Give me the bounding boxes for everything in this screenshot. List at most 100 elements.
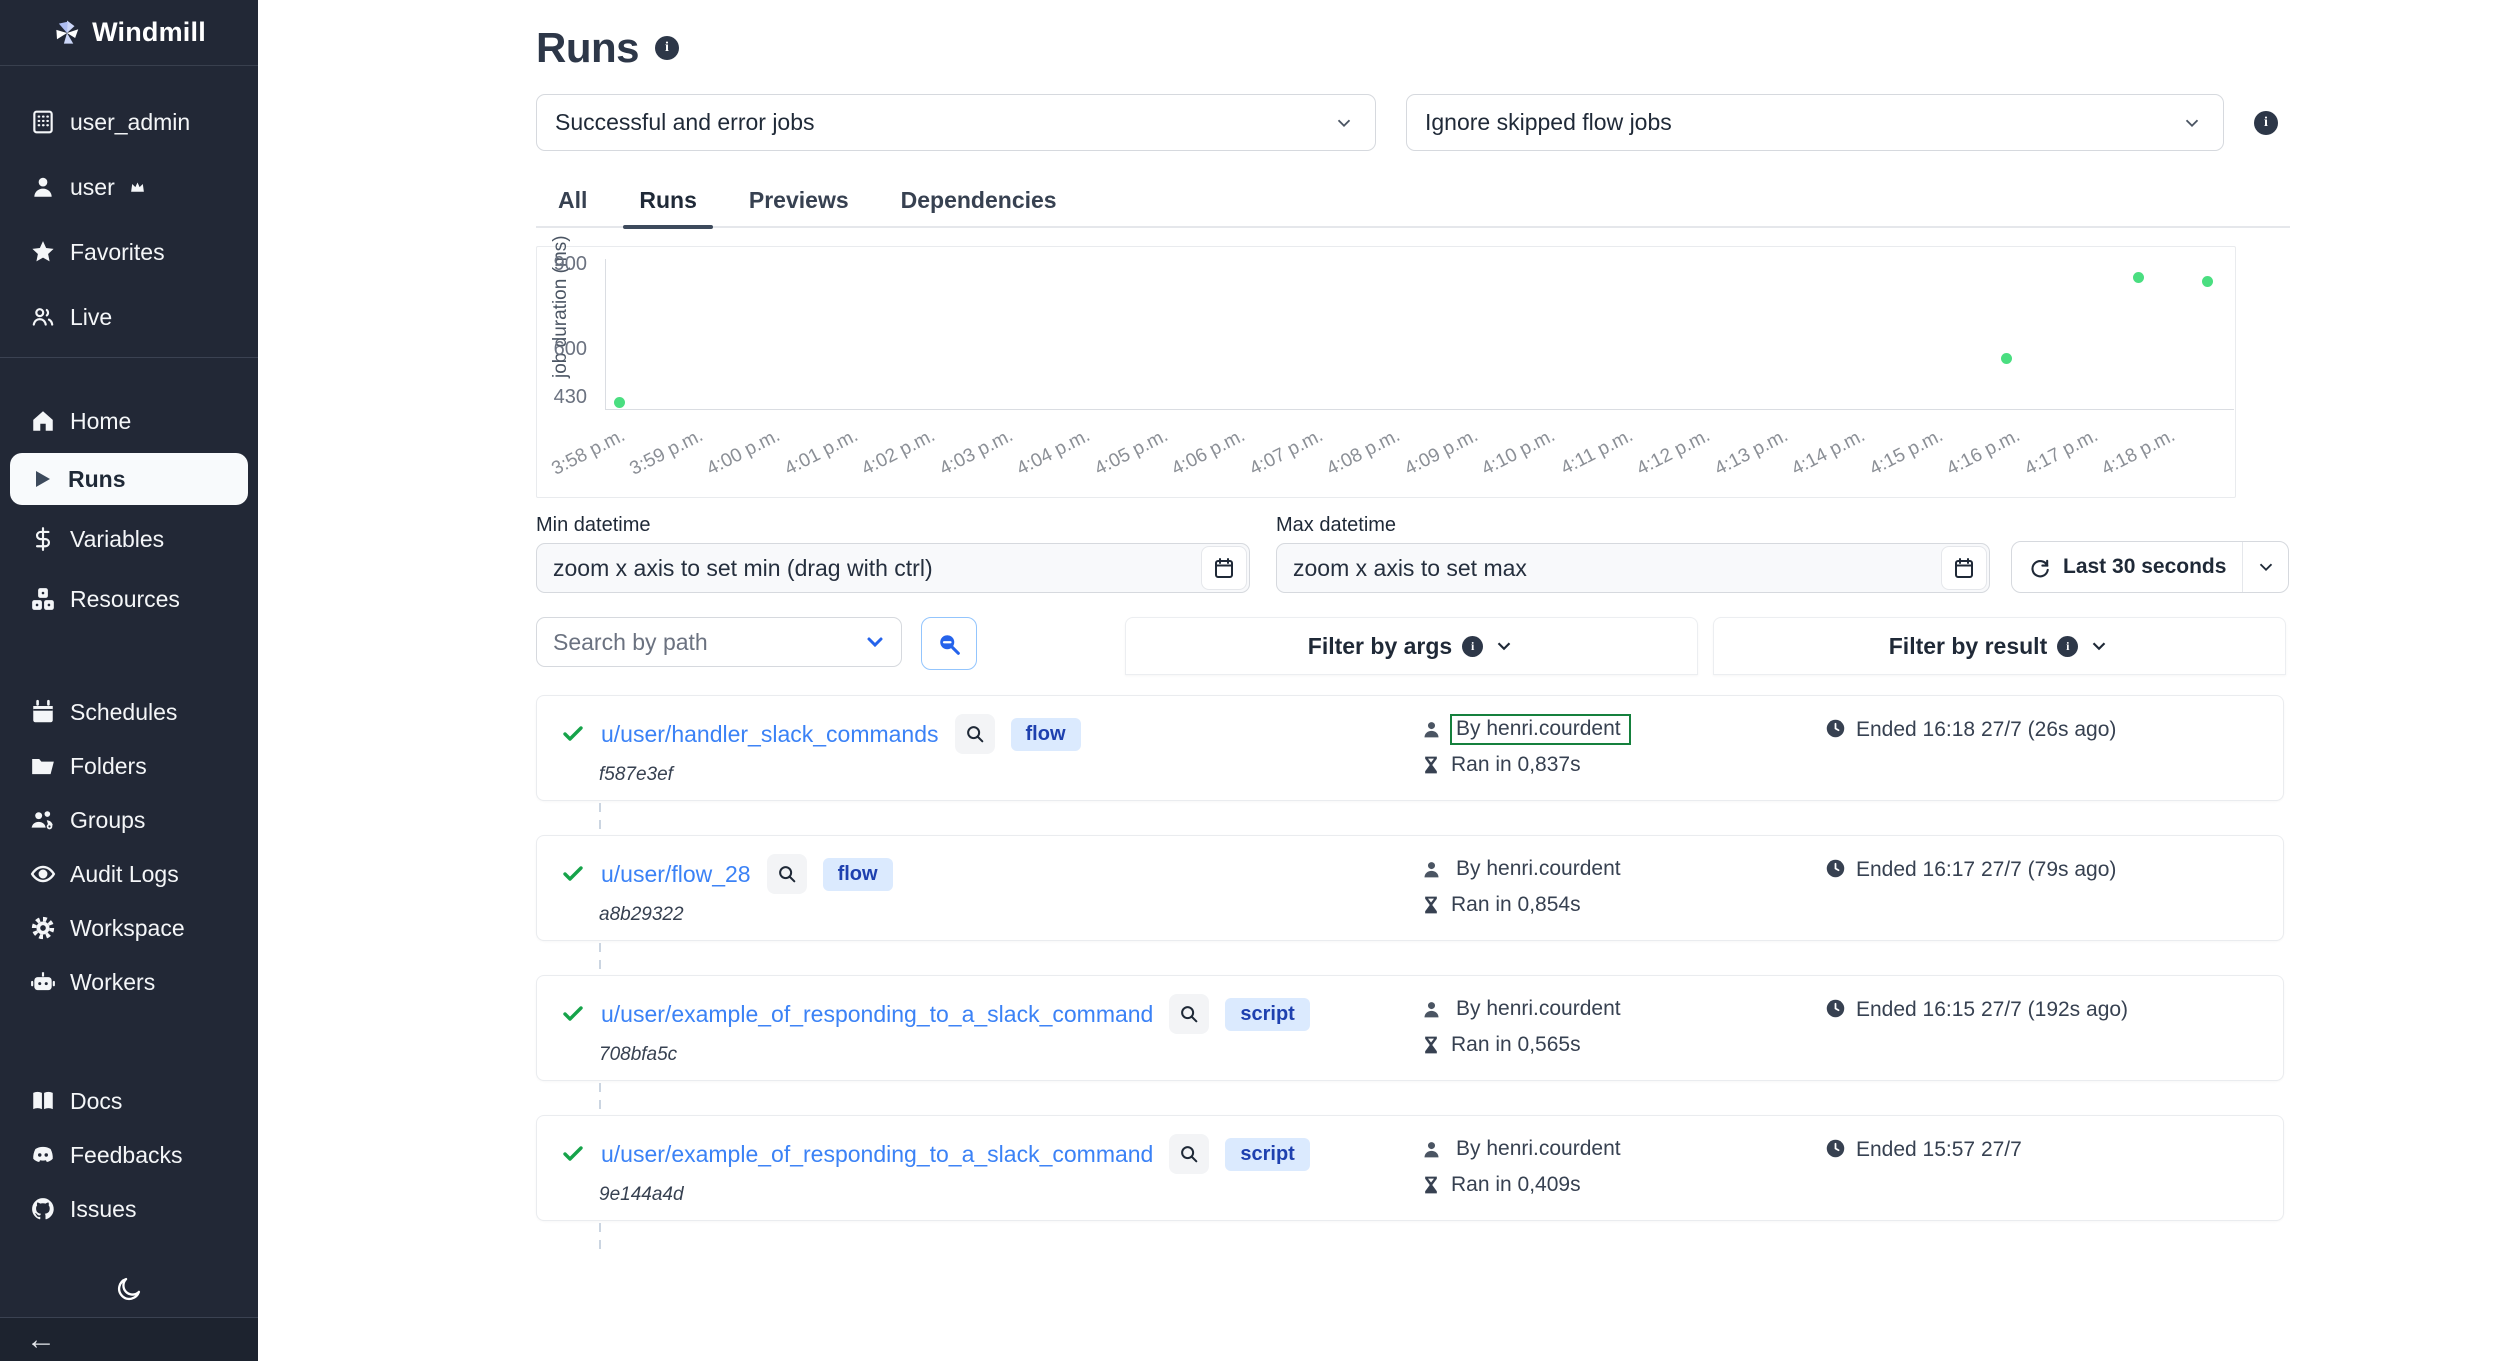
chart-y-axis-line (605, 259, 606, 409)
chart-data-point[interactable] (614, 397, 625, 408)
max-datetime-calendar-button[interactable] (1941, 546, 1987, 590)
sidebar-item-label: Issues (70, 1196, 136, 1223)
chart-x-tick: 4:00 p.m. (703, 425, 784, 481)
inspect-run-button[interactable] (1169, 994, 1209, 1034)
home-icon (30, 408, 56, 434)
clock-icon (1825, 1138, 1846, 1159)
clock-icon (1825, 998, 1846, 1019)
chart-y-tick: 430 (543, 386, 587, 409)
min-datetime-calendar-button[interactable] (1201, 546, 1247, 590)
chevron-down-icon (2255, 556, 2277, 578)
calendar-icon (1952, 556, 1976, 580)
windmill-icon (52, 18, 82, 48)
run-row: u/user/flow_28 flow a8b29322 By henri.co… (536, 835, 2284, 941)
sidebar-item-resources[interactable]: Resources (0, 573, 258, 625)
run-path-link[interactable]: u/user/flow_28 (601, 861, 751, 888)
runs-info-icon[interactable]: i (655, 36, 679, 60)
success-check-icon (561, 1002, 585, 1026)
chart-x-tick: 3:58 p.m. (548, 425, 629, 481)
sidebar-item-user[interactable]: user (0, 161, 258, 213)
tab-all[interactable]: All (536, 177, 609, 226)
sidebar-item-workspace-user-admin[interactable]: user_admin (0, 96, 258, 148)
job-duration-chart[interactable]: job duration (ms) 9006004303:58 p.m.3:59… (536, 246, 2236, 498)
run-hash: 9e144a4d (599, 1184, 1421, 1206)
max-datetime-input[interactable] (1276, 543, 1990, 593)
skipped-flow-info-icon[interactable]: i (2254, 111, 2278, 135)
chart-y-tick: 900 (543, 253, 587, 276)
magnifier-icon (1178, 1143, 1200, 1165)
filter-by-result-panel[interactable]: Filter by result i (1713, 617, 2286, 675)
chevron-down-icon (2181, 112, 2203, 134)
time-range-chevron[interactable] (2242, 542, 2288, 592)
run-kind-badge: flow (823, 858, 893, 891)
chevron-down-icon (2088, 635, 2110, 657)
chart-data-point[interactable] (2001, 353, 2012, 364)
windmill-logo[interactable]: Windmill (0, 0, 258, 66)
chart-data-point[interactable] (2202, 276, 2213, 287)
dark-mode-toggle[interactable] (115, 1275, 143, 1306)
chevron-down-icon (1333, 112, 1355, 134)
skipped-flow-select[interactable]: Ignore skipped flow jobs (1406, 94, 2224, 151)
run-by-user[interactable]: By henri.courdent (1452, 856, 1629, 883)
filter-by-args-panel[interactable]: Filter by args i (1125, 617, 1698, 675)
clock-icon (1825, 858, 1846, 879)
filter-result-info-icon[interactable]: i (2057, 636, 2078, 657)
sidebar-item-label: Audit Logs (70, 861, 179, 888)
runs-list: u/user/handler_slack_commands flow f587e… (536, 695, 2290, 1253)
run-path-link[interactable]: u/user/example_of_responding_to_a_slack_… (601, 1001, 1153, 1028)
sidebar-item-label: Groups (70, 807, 145, 834)
search-by-path-select[interactable]: Search by path (536, 617, 902, 667)
chart-data-point[interactable] (2133, 272, 2144, 283)
chart-x-tick: 3:59 p.m. (626, 425, 707, 481)
job-status-select[interactable]: Successful and error jobs (536, 94, 1376, 151)
run-ended-text: Ended 16:17 27/7 (79s ago) (1856, 858, 2116, 882)
sidebar-item-folders[interactable]: Folders (0, 740, 258, 792)
time-range-button[interactable]: Last 30 seconds (2011, 541, 2289, 593)
run-by-user[interactable]: By henri.courdent (1452, 1136, 1629, 1163)
sidebar-item-variables[interactable]: Variables (0, 513, 258, 565)
crown-icon (129, 179, 146, 196)
tab-previews[interactable]: Previews (727, 177, 871, 226)
run-path-link[interactable]: u/user/example_of_responding_to_a_slack_… (601, 1141, 1153, 1168)
inspect-run-button[interactable] (955, 714, 995, 754)
sidebar-item-feedbacks[interactable]: Feedbacks (0, 1129, 258, 1181)
tab-runs[interactable]: Runs (617, 177, 719, 226)
sidebar-item-label: Workers (70, 969, 155, 996)
chart-x-tick: 4:10 p.m. (1478, 425, 1559, 481)
sidebar-item-groups[interactable]: Groups (0, 794, 258, 846)
collapse-sidebar-button[interactable]: ← (26, 1325, 56, 1355)
success-check-icon (561, 722, 585, 746)
run-duration: Ran in 0,854s (1451, 893, 1581, 917)
search-button[interactable] (921, 617, 977, 670)
chart-x-tick: 4:13 p.m. (1711, 425, 1792, 481)
sidebar-item-docs[interactable]: Docs (0, 1075, 258, 1127)
run-path-link[interactable]: u/user/handler_slack_commands (601, 721, 939, 748)
run-by-user[interactable]: By henri.courdent (1452, 716, 1629, 743)
job-status-select-value: Successful and error jobs (555, 109, 815, 136)
page-title: Runs (536, 24, 639, 72)
run-by-user[interactable]: By henri.courdent (1452, 996, 1629, 1023)
calendar-icon (1212, 556, 1236, 580)
inspect-run-button[interactable] (1169, 1134, 1209, 1174)
magnifier-icon (1178, 1003, 1200, 1025)
sidebar-item-runs-active[interactable]: Runs (10, 453, 248, 505)
building-icon (30, 109, 56, 135)
sidebar-item-label: Variables (70, 526, 164, 553)
sidebar-item-issues[interactable]: Issues (0, 1183, 258, 1235)
chart-x-axis-line (605, 409, 2234, 410)
sidebar-item-home[interactable]: Home (0, 395, 258, 447)
filter-args-info-icon[interactable]: i (1462, 636, 1483, 657)
sidebar-item-favorites[interactable]: Favorites (0, 226, 258, 278)
sidebar-item-audit-logs[interactable]: Audit Logs (0, 848, 258, 900)
user-label: user (70, 174, 115, 201)
sidebar-item-live[interactable]: Live (0, 291, 258, 343)
sidebar-item-schedules[interactable]: Schedules (0, 686, 258, 738)
min-datetime-input[interactable] (536, 543, 1250, 593)
sidebar-item-workers[interactable]: Workers (0, 956, 258, 1008)
gear-icon (30, 915, 56, 941)
inspect-run-button[interactable] (767, 854, 807, 894)
sidebar-item-workspace-settings[interactable]: Workspace (0, 902, 258, 954)
run-ended-text: Ended 15:57 27/7 (1856, 1138, 2022, 1162)
chart-x-tick: 4:18 p.m. (2098, 425, 2179, 481)
tab-dependencies[interactable]: Dependencies (879, 177, 1079, 226)
